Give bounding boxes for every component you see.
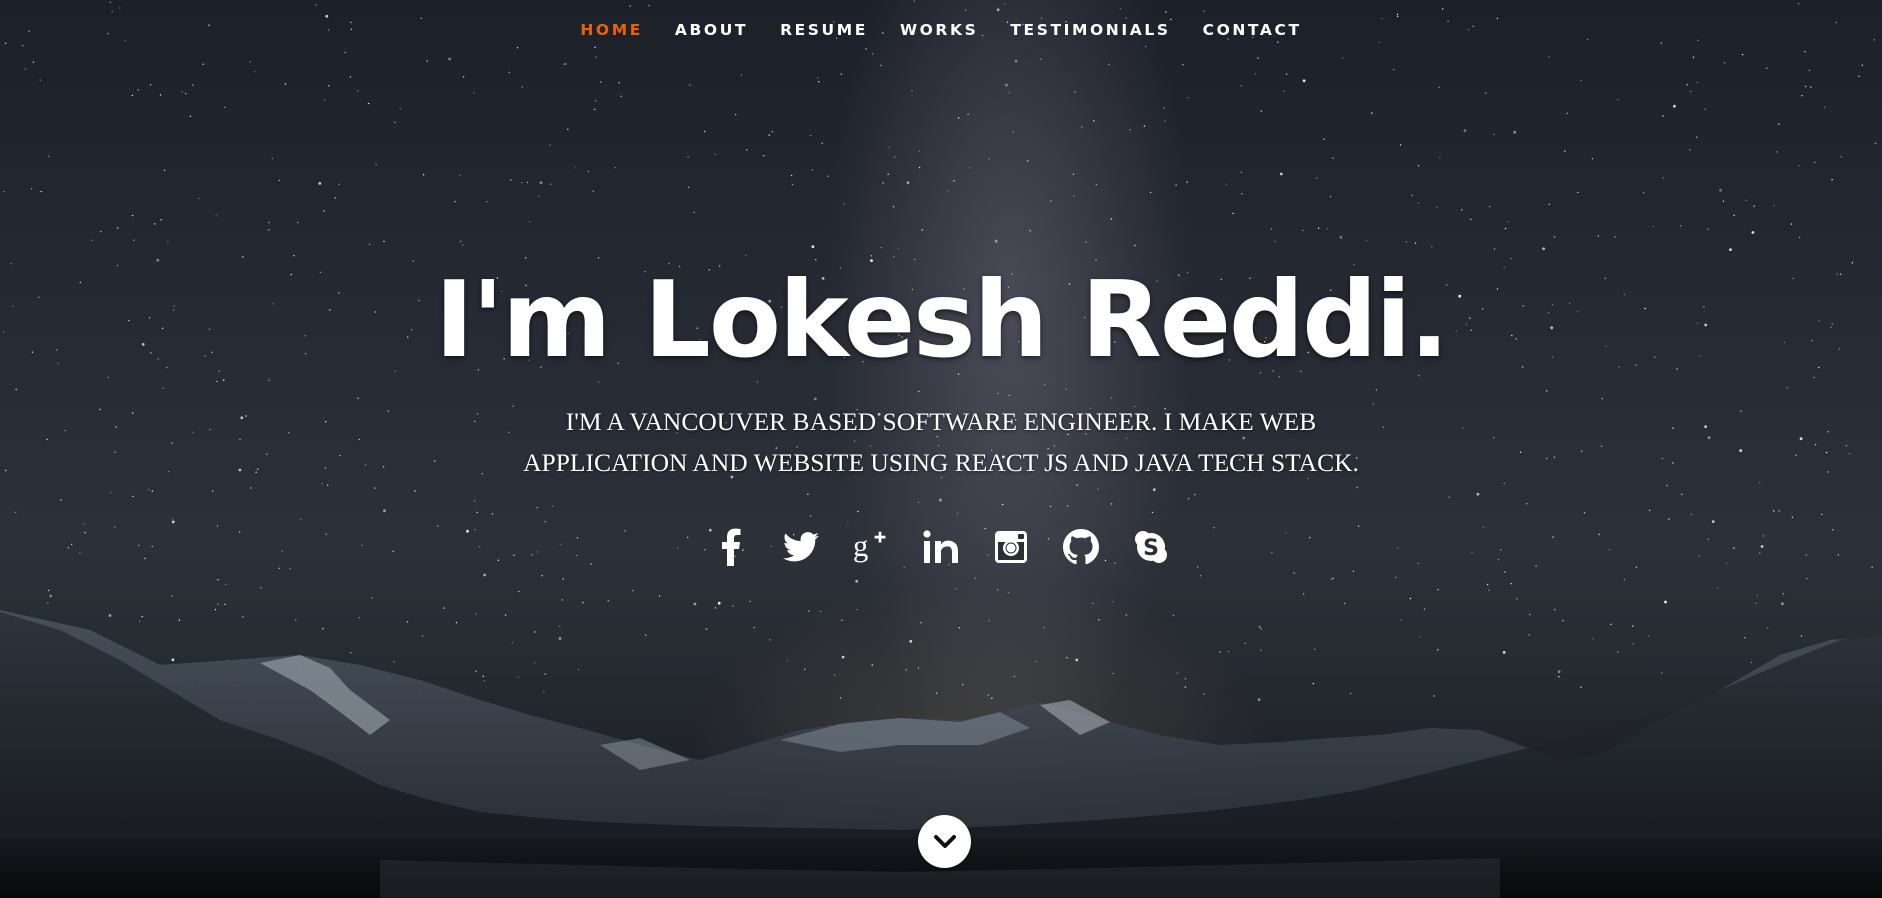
nav-link-home[interactable]: HOME xyxy=(580,21,643,39)
social-link-linkedin[interactable] xyxy=(923,527,959,567)
nav-item-contact: CONTACT xyxy=(1187,21,1318,40)
banner: I'm Lokesh Reddi. I'm a Vancouver based … xyxy=(0,258,1882,567)
social-link-twitter[interactable] xyxy=(783,527,819,567)
nav-item-works: WORKS xyxy=(884,21,994,40)
nav-list: HOME ABOUT RESUME WORKS TESTIMONIALS CON… xyxy=(564,21,1317,40)
instagram-icon xyxy=(995,531,1027,563)
twitter-icon xyxy=(783,532,819,562)
social-link-google-plus[interactable]: g xyxy=(853,527,889,567)
main-navigation: HOME ABOUT RESUME WORKS TESTIMONIALS CON… xyxy=(0,0,1882,62)
intro-tagline: I'm a Vancouver based software engineer.… xyxy=(523,407,1359,477)
facebook-icon xyxy=(722,528,741,566)
hero-section: HOME ABOUT RESUME WORKS TESTIMONIALS CON… xyxy=(0,0,1882,898)
nav-item-home: HOME xyxy=(564,21,659,40)
nav-item-about: ABOUT xyxy=(659,21,764,40)
nav-link-testimonials[interactable]: TESTIMONIALS xyxy=(1010,21,1170,39)
skype-icon: S xyxy=(1135,531,1167,563)
svg-text:g: g xyxy=(853,529,868,563)
social-link-instagram[interactable] xyxy=(993,527,1029,567)
nav-link-contact[interactable]: CONTACT xyxy=(1203,21,1302,39)
nav-item-testimonials: TESTIMONIALS xyxy=(994,21,1186,40)
nav-link-works[interactable]: WORKS xyxy=(900,21,978,39)
page-headline: I'm Lokesh Reddi. xyxy=(434,259,1450,381)
scroll-down-button[interactable] xyxy=(918,815,971,868)
google-plus-icon: g xyxy=(853,529,886,563)
nav-link-resume[interactable]: RESUME xyxy=(780,21,868,39)
linkedin-icon xyxy=(923,530,958,563)
github-icon xyxy=(1063,529,1099,565)
nav-link-about[interactable]: ABOUT xyxy=(675,21,748,39)
svg-text:S: S xyxy=(1143,536,1159,561)
chevron-down-icon xyxy=(933,834,956,848)
nav-item-resume: RESUME xyxy=(764,21,884,40)
social-link-github[interactable] xyxy=(1063,527,1099,567)
social-links: g S xyxy=(0,527,1882,567)
social-link-skype[interactable]: S xyxy=(1133,527,1169,567)
social-link-facebook[interactable] xyxy=(713,527,749,567)
